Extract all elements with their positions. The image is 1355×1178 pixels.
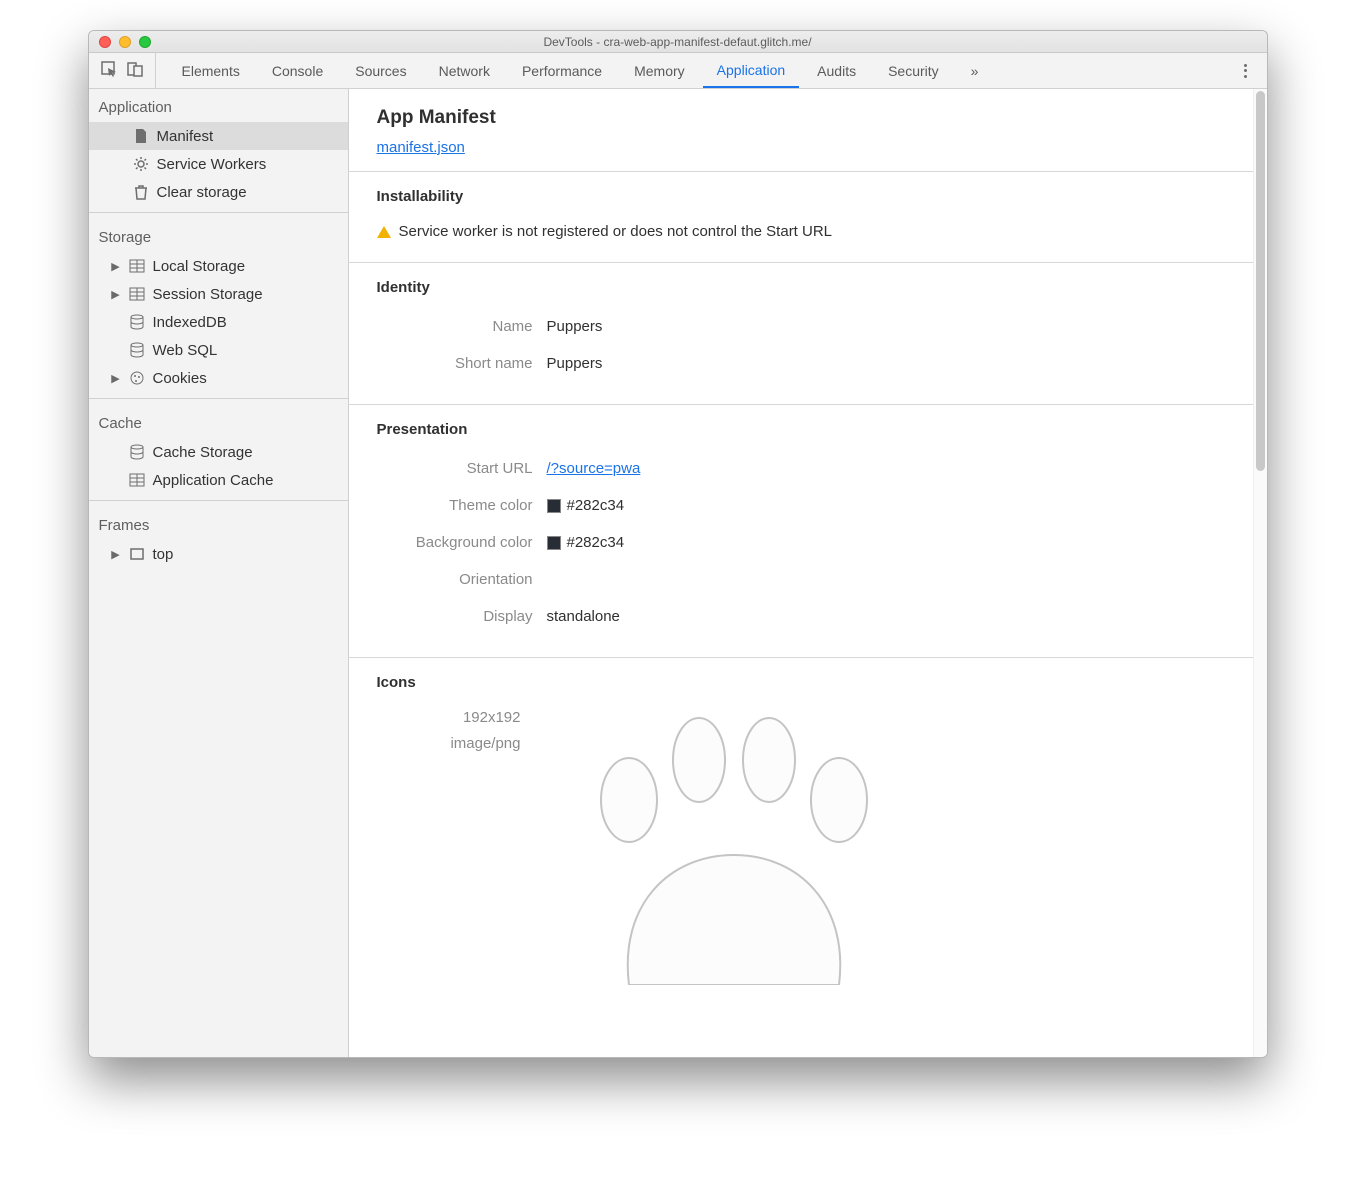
panel-tabs: Elements Console Sources Network Perform… <box>156 53 993 88</box>
presentation-section: Presentation Start URL/?source=pwa Theme… <box>349 405 1253 658</box>
background-color-swatch <box>547 536 561 550</box>
sidebar-section-cache: Cache <box>89 405 348 438</box>
zoom-window-button[interactable] <box>139 36 151 48</box>
devtools-tabbar: Elements Console Sources Network Perform… <box>89 53 1267 89</box>
inspect-icon[interactable] <box>101 61 117 80</box>
vertical-scrollbar[interactable] <box>1253 89 1267 1057</box>
tab-overflow[interactable]: » <box>957 53 993 88</box>
panel-title: App Manifest <box>377 107 1225 129</box>
field-label: Orientation <box>377 571 547 588</box>
sidebar-section-storage: Storage <box>89 219 348 252</box>
database-icon <box>129 444 145 460</box>
tab-application[interactable]: Application <box>703 53 800 88</box>
tab-security[interactable]: Security <box>874 53 953 88</box>
traffic-lights <box>89 36 151 48</box>
titlebar: DevTools - cra-web-app-manifest-defaut.g… <box>89 31 1267 53</box>
warning-icon <box>377 226 391 238</box>
field-value: Puppers <box>547 318 603 335</box>
sidebar-item-label: Web SQL <box>153 342 218 359</box>
installability-section: Installability Service worker is not reg… <box>349 172 1253 263</box>
field-value: Puppers <box>547 355 603 372</box>
section-heading: Identity <box>377 279 1225 296</box>
close-window-button[interactable] <box>99 36 111 48</box>
icon-mime: image/png <box>377 731 521 757</box>
sidebar-item-application-cache[interactable]: ▶ Application Cache <box>89 466 348 494</box>
window-title: DevTools - cra-web-app-manifest-defaut.g… <box>89 35 1267 49</box>
field-label: Name <box>377 318 547 335</box>
database-icon <box>129 314 145 330</box>
manifest-panel: App Manifest manifest.json Installabilit… <box>349 89 1267 1057</box>
start-url-link[interactable]: /?source=pwa <box>547 460 641 477</box>
tab-performance[interactable]: Performance <box>508 53 616 88</box>
sidebar-section-application: Application <box>89 89 348 122</box>
devtools-body: Application ▶ Manifest ▶ Service Workers… <box>89 89 1267 1057</box>
tab-console[interactable]: Console <box>258 53 337 88</box>
section-heading: Presentation <box>377 421 1225 438</box>
field-value: #282c34 <box>567 534 625 551</box>
sidebar-item-clear-storage[interactable]: ▶ Clear storage <box>89 178 348 206</box>
app-icon-preview <box>549 705 909 985</box>
grid-icon <box>129 258 145 274</box>
sidebar-item-cookies[interactable]: ▶ Cookies <box>89 364 348 392</box>
tab-network[interactable]: Network <box>425 53 504 88</box>
sidebar-item-label: Cache Storage <box>153 444 253 461</box>
sidebar-item-label: Manifest <box>157 128 214 145</box>
trash-icon <box>133 184 149 200</box>
sidebar-item-label: Application Cache <box>153 472 274 489</box>
tab-sources[interactable]: Sources <box>341 53 420 88</box>
field-label: Start URL <box>377 460 547 477</box>
file-icon <box>133 128 149 144</box>
sidebar-item-label: top <box>153 546 174 563</box>
cookie-icon <box>129 370 145 386</box>
devtools-window: DevTools - cra-web-app-manifest-defaut.g… <box>88 30 1268 1058</box>
manifest-link[interactable]: manifest.json <box>377 139 465 156</box>
sidebar-item-top-frame[interactable]: ▶ top <box>89 540 348 568</box>
identity-section: Identity NamePuppers Short namePuppers <box>349 263 1253 405</box>
sidebar-item-local-storage[interactable]: ▶ Local Storage <box>89 252 348 280</box>
tab-elements[interactable]: Elements <box>168 53 254 88</box>
gear-icon <box>133 156 149 172</box>
kebab-menu-icon[interactable] <box>1239 64 1253 78</box>
tab-audits[interactable]: Audits <box>803 53 870 88</box>
section-heading: Icons <box>377 674 1225 691</box>
field-label: Background color <box>377 534 547 551</box>
device-toggle-icon[interactable] <box>127 61 143 80</box>
frame-icon <box>129 546 145 562</box>
sidebar-item-label: Session Storage <box>153 286 263 303</box>
field-label: Display <box>377 608 547 625</box>
sidebar-item-manifest[interactable]: ▶ Manifest <box>89 122 348 150</box>
database-icon <box>129 342 145 358</box>
sidebar-item-label: Local Storage <box>153 258 246 275</box>
minimize-window-button[interactable] <box>119 36 131 48</box>
sidebar-item-service-workers[interactable]: ▶ Service Workers <box>89 150 348 178</box>
field-value: standalone <box>547 608 620 625</box>
sidebar-section-frames: Frames <box>89 507 348 540</box>
field-label: Short name <box>377 355 547 372</box>
installability-warning: Service worker is not registered or does… <box>399 223 833 240</box>
application-sidebar: Application ▶ Manifest ▶ Service Workers… <box>89 89 349 1057</box>
sidebar-item-websql[interactable]: ▶ Web SQL <box>89 336 348 364</box>
sidebar-item-cache-storage[interactable]: ▶ Cache Storage <box>89 438 348 466</box>
sidebar-item-session-storage[interactable]: ▶ Session Storage <box>89 280 348 308</box>
sidebar-item-indexeddb[interactable]: ▶ IndexedDB <box>89 308 348 336</box>
field-value: #282c34 <box>567 497 625 514</box>
field-label: Theme color <box>377 497 547 514</box>
sidebar-item-label: Cookies <box>153 370 207 387</box>
icons-section: Icons 192x192 image/png <box>349 658 1253 985</box>
grid-icon <box>129 286 145 302</box>
theme-color-swatch <box>547 499 561 513</box>
section-heading: Installability <box>377 188 1225 205</box>
sidebar-item-label: Clear storage <box>157 184 247 201</box>
icon-size: 192x192 <box>377 705 521 731</box>
grid-icon <box>129 472 145 488</box>
sidebar-item-label: Service Workers <box>157 156 267 173</box>
tab-memory[interactable]: Memory <box>620 53 699 88</box>
sidebar-item-label: IndexedDB <box>153 314 227 331</box>
scrollbar-thumb[interactable] <box>1256 91 1265 471</box>
